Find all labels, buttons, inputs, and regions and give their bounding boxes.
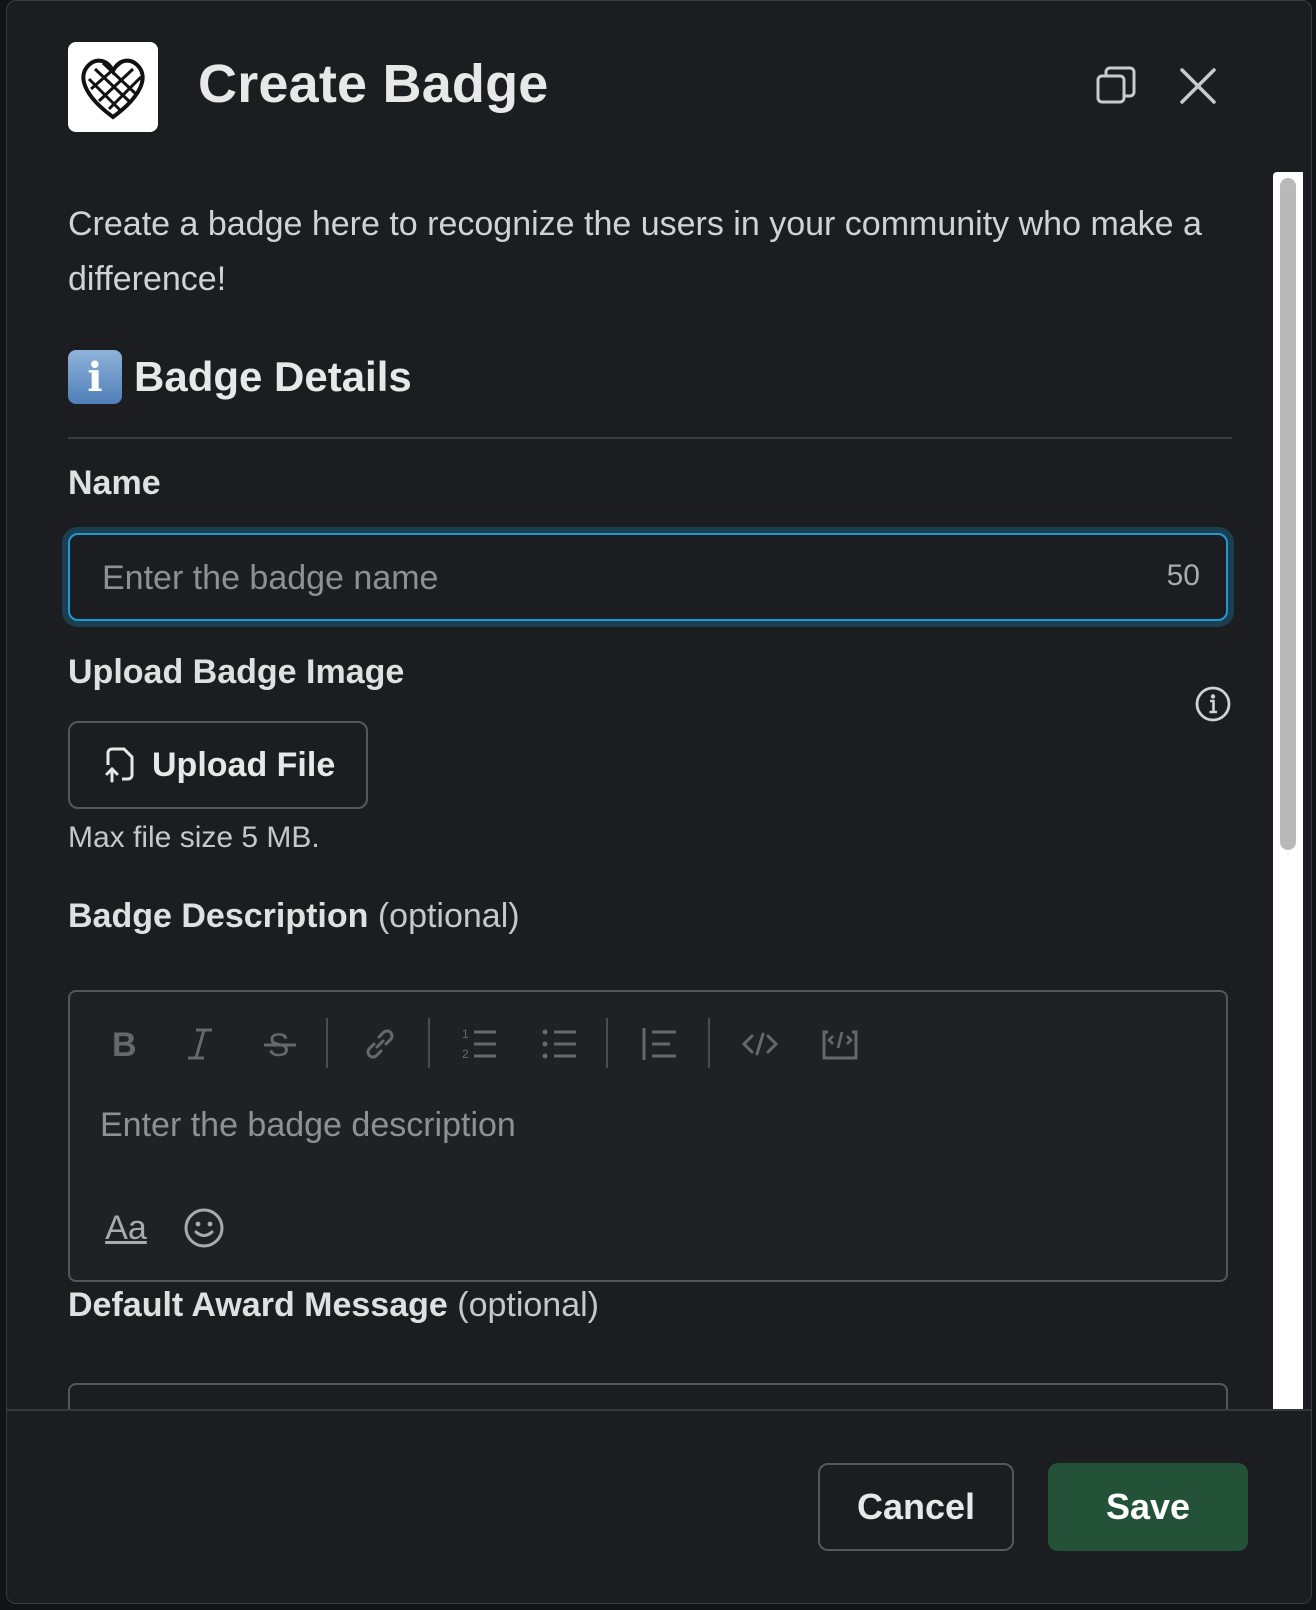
popout-icon xyxy=(1096,66,1136,104)
award-message-input[interactable] xyxy=(68,1383,1228,1409)
heart-rope-icon xyxy=(81,58,145,120)
section-title: Badge Details xyxy=(134,353,412,400)
bulleted-list-button[interactable] xyxy=(536,1020,584,1068)
award-message-label: Default Award Message (optional) xyxy=(68,1286,599,1325)
bold-icon: B xyxy=(112,1026,137,1062)
svg-text:2: 2 xyxy=(462,1047,469,1061)
upload-file-label: Upload File xyxy=(152,745,336,784)
section-heading: i Badge Details xyxy=(68,349,412,405)
create-badge-modal: Create Badge Create a badge here to reco… xyxy=(6,0,1312,1604)
info-emoji-icon: i xyxy=(68,350,122,404)
ordered-list-icon: 12 xyxy=(462,1027,496,1061)
badge-name-input[interactable] xyxy=(100,551,1104,605)
intro-text: Create a badge here to recognize the use… xyxy=(68,205,1202,298)
ordered-list-button[interactable]: 12 xyxy=(456,1020,504,1068)
bold-button[interactable]: B xyxy=(98,1020,146,1068)
description-optional: (optional) xyxy=(377,897,520,935)
toolbar-separator xyxy=(606,1018,608,1068)
code-icon xyxy=(741,1032,779,1056)
strikethrough-button[interactable]: S xyxy=(256,1020,304,1068)
modal-header: Create Badge xyxy=(7,1,1311,171)
description-label: Badge Description (optional) xyxy=(68,897,520,936)
app-logo xyxy=(68,42,158,132)
name-label: Name xyxy=(68,464,161,502)
code-block-icon xyxy=(822,1030,858,1060)
toolbar-separator xyxy=(326,1018,328,1068)
formatting-label: Aa xyxy=(105,1208,147,1247)
file-upload-icon xyxy=(105,747,134,783)
close-icon xyxy=(1180,68,1216,104)
modal-title: Create Badge xyxy=(198,54,549,114)
modal-body[interactable]: Create a badge here to recognize the use… xyxy=(7,171,1311,1409)
close-button[interactable] xyxy=(1175,63,1221,109)
scrollbar[interactable] xyxy=(1273,172,1303,1410)
award-message-label-text: Default Award Message xyxy=(68,1286,448,1324)
code-block-button[interactable] xyxy=(816,1020,864,1068)
toolbar-separator xyxy=(428,1018,430,1068)
svg-text:B: B xyxy=(112,1026,137,1062)
italic-button[interactable] xyxy=(176,1020,224,1068)
toolbar-separator xyxy=(708,1018,710,1068)
section-divider xyxy=(68,437,1232,439)
cancel-button[interactable]: Cancel xyxy=(818,1463,1014,1551)
blockquote-button[interactable] xyxy=(636,1020,684,1068)
upload-label: Upload Badge Image xyxy=(68,653,405,691)
emoji-button[interactable] xyxy=(180,1204,228,1252)
save-button[interactable]: Save xyxy=(1048,1463,1248,1551)
formatting-toggle-button[interactable]: Aa xyxy=(98,1204,154,1252)
bulleted-list-icon xyxy=(542,1029,576,1059)
popout-button[interactable] xyxy=(1093,63,1139,109)
info-circle-icon[interactable] xyxy=(1193,684,1233,724)
svg-text:1: 1 xyxy=(462,1027,469,1041)
strikethrough-icon: S xyxy=(264,1027,296,1062)
description-placeholder[interactable]: Enter the badge description xyxy=(100,1106,516,1145)
char-count: 50 xyxy=(1166,559,1200,592)
link-icon xyxy=(366,1029,394,1059)
description-editor[interactable]: B S 12 Enter the badge description Aa xyxy=(68,990,1228,1282)
link-button[interactable] xyxy=(356,1020,404,1068)
award-message-optional: (optional) xyxy=(457,1286,599,1324)
code-button[interactable] xyxy=(736,1020,784,1068)
upload-file-button[interactable]: Upload File xyxy=(68,721,368,809)
file-size-hint: Max file size 5 MB. xyxy=(68,821,320,854)
italic-icon xyxy=(188,1028,212,1060)
description-label-text: Badge Description xyxy=(68,897,369,935)
scrollbar-thumb[interactable] xyxy=(1280,178,1296,850)
emoji-icon xyxy=(184,1208,224,1248)
modal-footer: Cancel Save xyxy=(7,1409,1311,1603)
name-input-wrapper: 50 xyxy=(68,533,1228,621)
blockquote-icon xyxy=(642,1028,676,1060)
